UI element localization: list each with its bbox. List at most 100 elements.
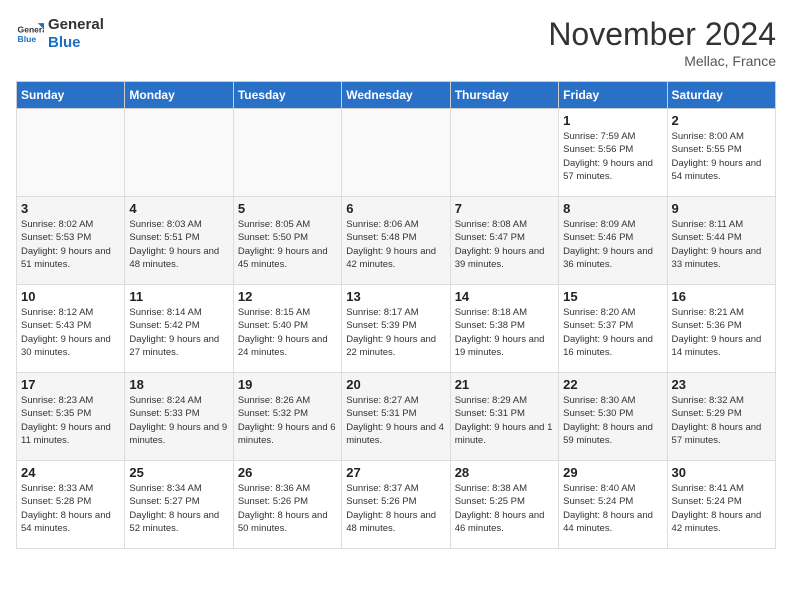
header-row: SundayMondayTuesdayWednesdayThursdayFrid… [17, 82, 776, 109]
calendar-header: SundayMondayTuesdayWednesdayThursdayFrid… [17, 82, 776, 109]
calendar-cell: 8 Sunrise: 8:09 AMSunset: 5:46 PMDaylight… [559, 197, 667, 285]
day-info: Sunrise: 8:14 AMSunset: 5:42 PMDaylight:… [129, 306, 228, 359]
calendar-cell [233, 109, 341, 197]
day-number: 3 [21, 201, 120, 216]
calendar-cell: 21 Sunrise: 8:29 AMSunset: 5:31 PMDayligh… [450, 373, 558, 461]
location: Mellac, France [548, 53, 776, 69]
day-number: 29 [563, 465, 662, 480]
calendar-cell: 30 Sunrise: 8:41 AMSunset: 5:24 PMDayligh… [667, 461, 775, 549]
day-number: 6 [346, 201, 445, 216]
day-number: 2 [672, 113, 771, 128]
day-info: Sunrise: 8:41 AMSunset: 5:24 PMDaylight:… [672, 482, 771, 535]
day-number: 8 [563, 201, 662, 216]
calendar-cell: 25 Sunrise: 8:34 AMSunset: 5:27 PMDayligh… [125, 461, 233, 549]
day-info: Sunrise: 8:24 AMSunset: 5:33 PMDaylight:… [129, 394, 228, 447]
header-cell-monday: Monday [125, 82, 233, 109]
header-cell-thursday: Thursday [450, 82, 558, 109]
day-number: 9 [672, 201, 771, 216]
calendar-cell [450, 109, 558, 197]
day-info: Sunrise: 8:29 AMSunset: 5:31 PMDaylight:… [455, 394, 554, 447]
day-number: 21 [455, 377, 554, 392]
header-cell-sunday: Sunday [17, 82, 125, 109]
day-number: 30 [672, 465, 771, 480]
logo-line2: Blue [48, 34, 104, 52]
month-title: November 2024 [548, 16, 776, 53]
day-number: 14 [455, 289, 554, 304]
calendar-cell: 6 Sunrise: 8:06 AMSunset: 5:48 PMDaylight… [342, 197, 450, 285]
logo-icon: General Blue [16, 20, 44, 48]
calendar-cell: 24 Sunrise: 8:33 AMSunset: 5:28 PMDayligh… [17, 461, 125, 549]
day-info: Sunrise: 8:02 AMSunset: 5:53 PMDaylight:… [21, 218, 120, 271]
day-info: Sunrise: 8:11 AMSunset: 5:44 PMDaylight:… [672, 218, 771, 271]
day-info: Sunrise: 8:06 AMSunset: 5:48 PMDaylight:… [346, 218, 445, 271]
day-number: 27 [346, 465, 445, 480]
header-cell-wednesday: Wednesday [342, 82, 450, 109]
day-info: Sunrise: 8:05 AMSunset: 5:50 PMDaylight:… [238, 218, 337, 271]
day-number: 7 [455, 201, 554, 216]
calendar-cell: 29 Sunrise: 8:40 AMSunset: 5:24 PMDayligh… [559, 461, 667, 549]
day-info: Sunrise: 8:18 AMSunset: 5:38 PMDaylight:… [455, 306, 554, 359]
calendar-cell [342, 109, 450, 197]
week-row-4: 24 Sunrise: 8:33 AMSunset: 5:28 PMDayligh… [17, 461, 776, 549]
day-number: 24 [21, 465, 120, 480]
day-number: 22 [563, 377, 662, 392]
day-info: Sunrise: 8:33 AMSunset: 5:28 PMDaylight:… [21, 482, 120, 535]
calendar-cell: 22Sunrise: 8:30 AMSunset: 5:30 PMDayligh… [559, 373, 667, 461]
day-info: Sunrise: 8:17 AMSunset: 5:39 PMDaylight:… [346, 306, 445, 359]
day-number: 28 [455, 465, 554, 480]
day-info: Sunrise: 8:36 AMSunset: 5:26 PMDaylight:… [238, 482, 337, 535]
calendar-cell: 13 Sunrise: 8:17 AMSunset: 5:39 PMDayligh… [342, 285, 450, 373]
calendar-cell: 7 Sunrise: 8:08 AMSunset: 5:47 PMDaylight… [450, 197, 558, 285]
day-info: Sunrise: 8:08 AMSunset: 5:47 PMDaylight:… [455, 218, 554, 271]
day-number: 20 [346, 377, 445, 392]
day-number: 16 [672, 289, 771, 304]
day-info: Sunrise: 7:59 AMSunset: 5:56 PMDaylight:… [563, 130, 662, 183]
calendar-cell: 1 Sunrise: 7:59 AMSunset: 5:56 PMDaylight… [559, 109, 667, 197]
day-info: Sunrise: 8:21 AMSunset: 5:36 PMDaylight:… [672, 306, 771, 359]
calendar-cell: 9 Sunrise: 8:11 AMSunset: 5:44 PMDaylight… [667, 197, 775, 285]
day-number: 1 [563, 113, 662, 128]
day-number: 26 [238, 465, 337, 480]
week-row-2: 10Sunrise: 8:12 AMSunset: 5:43 PMDayligh… [17, 285, 776, 373]
calendar-cell [17, 109, 125, 197]
day-number: 12 [238, 289, 337, 304]
day-number: 10 [21, 289, 120, 304]
day-number: 11 [129, 289, 228, 304]
day-info: Sunrise: 8:40 AMSunset: 5:24 PMDaylight:… [563, 482, 662, 535]
day-info: Sunrise: 8:37 AMSunset: 5:26 PMDaylight:… [346, 482, 445, 535]
logo: General Blue General Blue [16, 16, 104, 52]
day-number: 13 [346, 289, 445, 304]
week-row-0: 1 Sunrise: 7:59 AMSunset: 5:56 PMDaylight… [17, 109, 776, 197]
day-number: 25 [129, 465, 228, 480]
day-number: 17 [21, 377, 120, 392]
calendar-cell: 17Sunrise: 8:23 AMSunset: 5:35 PMDayligh… [17, 373, 125, 461]
header-cell-tuesday: Tuesday [233, 82, 341, 109]
day-info: Sunrise: 8:03 AMSunset: 5:51 PMDaylight:… [129, 218, 228, 271]
day-info: Sunrise: 8:38 AMSunset: 5:25 PMDaylight:… [455, 482, 554, 535]
day-info: Sunrise: 8:09 AMSunset: 5:46 PMDaylight:… [563, 218, 662, 271]
header: General Blue General Blue November 2024 … [16, 16, 776, 69]
calendar-cell [125, 109, 233, 197]
day-number: 23 [672, 377, 771, 392]
calendar-cell: 2 Sunrise: 8:00 AMSunset: 5:55 PMDaylight… [667, 109, 775, 197]
day-info: Sunrise: 8:26 AMSunset: 5:32 PMDaylight:… [238, 394, 337, 447]
day-info: Sunrise: 8:00 AMSunset: 5:55 PMDaylight:… [672, 130, 771, 183]
calendar-cell: 11 Sunrise: 8:14 AMSunset: 5:42 PMDayligh… [125, 285, 233, 373]
day-number: 5 [238, 201, 337, 216]
calendar-cell: 20Sunrise: 8:27 AMSunset: 5:31 PMDayligh… [342, 373, 450, 461]
calendar-cell: 26 Sunrise: 8:36 AMSunset: 5:26 PMDayligh… [233, 461, 341, 549]
calendar-cell: 12Sunrise: 8:15 AMSunset: 5:40 PMDayligh… [233, 285, 341, 373]
day-number: 18 [129, 377, 228, 392]
calendar-cell: 3 Sunrise: 8:02 AMSunset: 5:53 PMDaylight… [17, 197, 125, 285]
calendar-cell: 19Sunrise: 8:26 AMSunset: 5:32 PMDayligh… [233, 373, 341, 461]
day-info: Sunrise: 8:32 AMSunset: 5:29 PMDaylight:… [672, 394, 771, 447]
day-info: Sunrise: 8:34 AMSunset: 5:27 PMDaylight:… [129, 482, 228, 535]
calendar-cell: 16 Sunrise: 8:21 AMSunset: 5:36 PMDayligh… [667, 285, 775, 373]
calendar-cell: 15Sunrise: 8:20 AMSunset: 5:37 PMDayligh… [559, 285, 667, 373]
day-number: 4 [129, 201, 228, 216]
calendar-cell: 18 Sunrise: 8:24 AMSunset: 5:33 PMDayligh… [125, 373, 233, 461]
calendar-table: SundayMondayTuesdayWednesdayThursdayFrid… [16, 81, 776, 549]
calendar-cell: 5 Sunrise: 8:05 AMSunset: 5:50 PMDaylight… [233, 197, 341, 285]
svg-text:Blue: Blue [18, 34, 37, 44]
header-cell-saturday: Saturday [667, 82, 775, 109]
